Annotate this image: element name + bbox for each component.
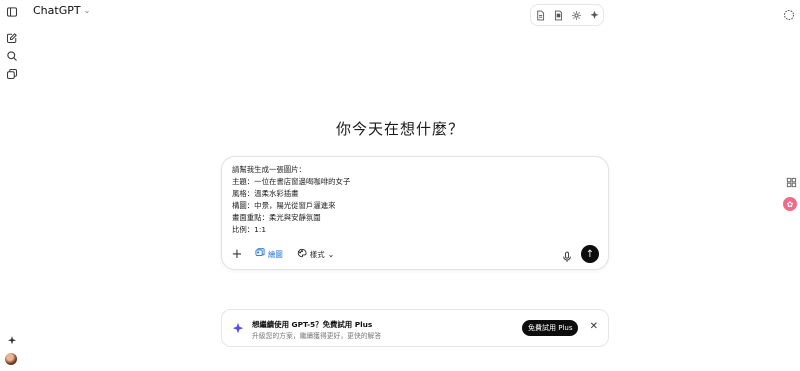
search-icon[interactable] bbox=[5, 49, 19, 63]
chevron-down-icon: ⌄ bbox=[83, 6, 91, 15]
microphone-icon[interactable] bbox=[561, 248, 573, 262]
prompt-line: 畫面重點：柔光與安靜氛圍 bbox=[232, 213, 321, 222]
prompt-line: 主題：一位在書店窗邊喝咖啡的女子 bbox=[232, 177, 351, 186]
temporary-chat-icon[interactable] bbox=[783, 6, 795, 21]
style-selector[interactable]: 樣式 ⌄ bbox=[294, 246, 338, 262]
image-tool-chip[interactable]: 繪圖 bbox=[252, 246, 286, 262]
upgrade-banner: 想繼續使用 GPT-5？免費試用 Plus 升級您的方案，繼續獲得更好，更快的解… bbox=[221, 309, 609, 347]
avatar[interactable] bbox=[5, 353, 17, 365]
sparkle-icon[interactable] bbox=[5, 334, 19, 348]
gear-icon[interactable] bbox=[569, 8, 583, 22]
image-tool-label: 繪圖 bbox=[268, 249, 283, 259]
banner-subtitle: 升級您的方案，繼續獲得更好，更快的解答 bbox=[252, 332, 382, 340]
sidebar-toggle-icon[interactable] bbox=[5, 5, 19, 19]
message-composer[interactable]: 請幫我生成一張圖片： 主題：一位在書店窗邊喝咖啡的女子 風格：溫柔水彩插畫 構圖… bbox=[221, 156, 609, 270]
chevron-down-icon: ⌄ bbox=[327, 249, 335, 259]
prompt-line: 風格：溫柔水彩插畫 bbox=[232, 189, 299, 198]
prompt-line: 比例：1:1 bbox=[232, 225, 267, 234]
document-icon[interactable] bbox=[533, 8, 547, 22]
arrow-up-icon: ↑ bbox=[585, 248, 595, 260]
prompt-line: 請幫我生成一張圖片： bbox=[232, 165, 306, 174]
free-trial-button[interactable]: 免費試用 Plus bbox=[522, 320, 579, 336]
page-title: 你今天在想什麼？ bbox=[335, 120, 464, 138]
send-button[interactable]: ↑ bbox=[581, 245, 599, 263]
style-label: 樣式 bbox=[309, 249, 325, 259]
new-chat-icon[interactable] bbox=[5, 31, 19, 45]
palette-icon bbox=[297, 248, 307, 260]
close-icon[interactable]: ✕ bbox=[590, 321, 598, 332]
sparkle-icon[interactable] bbox=[587, 8, 601, 22]
add-attachment-button[interactable]: + bbox=[230, 247, 244, 262]
prompt-line: 構圖：中景，陽光從窗戶灑進來 bbox=[232, 201, 336, 210]
sparkle-icon bbox=[231, 321, 245, 335]
extension-icon[interactable]: ✿ bbox=[783, 197, 797, 211]
banner-title: 想繼續使用 GPT-5？免費試用 Plus bbox=[252, 320, 373, 329]
prompt-text[interactable]: 請幫我生成一張圖片： 主題：一位在書店窗邊喝咖啡的女子 風格：溫柔水彩插畫 構圖… bbox=[232, 164, 350, 236]
image-icon bbox=[255, 248, 265, 260]
app-title: ChatGPT bbox=[33, 4, 81, 17]
grid-icon[interactable] bbox=[785, 176, 797, 188]
bookmark-doc-icon[interactable] bbox=[551, 8, 565, 22]
top-toolbar bbox=[530, 4, 604, 26]
model-selector[interactable]: ChatGPT ⌄ bbox=[33, 4, 90, 17]
library-icon[interactable] bbox=[5, 67, 19, 81]
